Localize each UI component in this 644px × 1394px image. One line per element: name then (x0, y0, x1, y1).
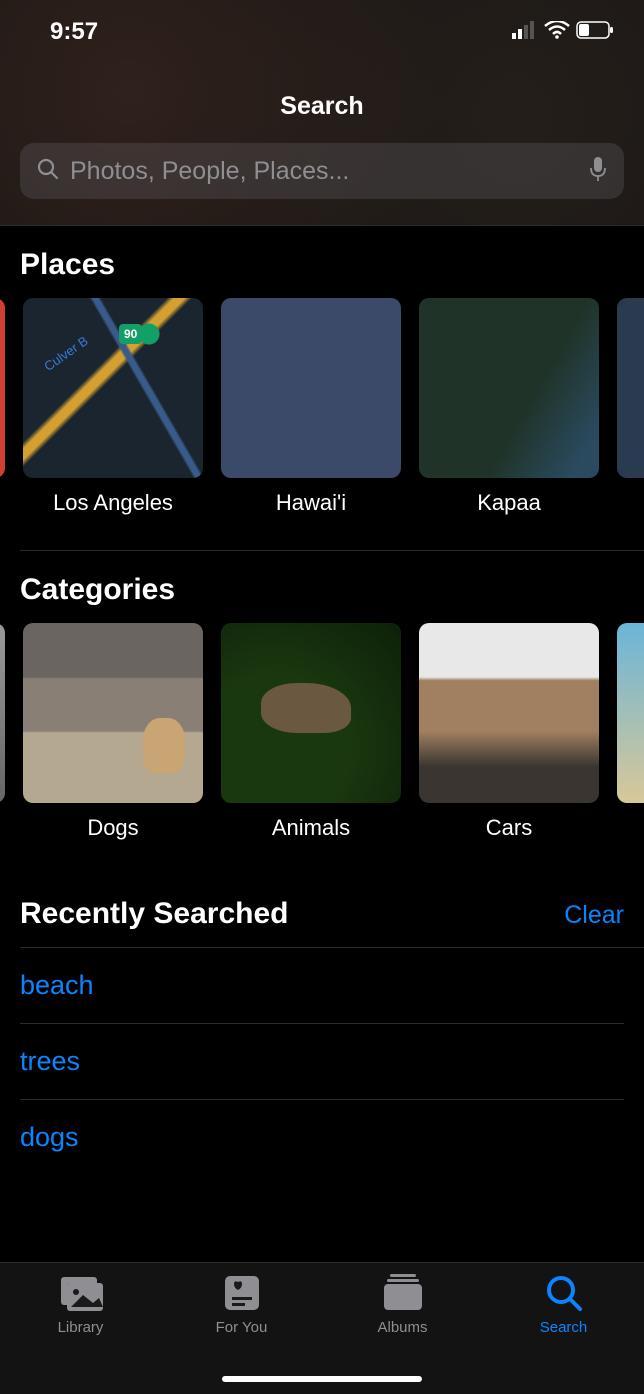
place-tile[interactable]: Hawai'i (221, 298, 401, 516)
place-thumb (617, 298, 644, 478)
places-scroller[interactable]: 90 Culver B Los Angeles Hawai'i Kapaa (0, 298, 644, 516)
recent-title: Recently Searched (20, 897, 288, 931)
search-icon (36, 157, 60, 186)
tab-label: Library (58, 1319, 104, 1336)
category-thumb (0, 623, 5, 803)
places-header: Places (0, 226, 644, 298)
recent-list: beach trees dogs (0, 948, 644, 1175)
tab-bar: Library For You Albums Search (0, 1262, 644, 1394)
place-tile[interactable]: 90 Culver B Los Angeles (23, 298, 203, 516)
categories-title: Categories (20, 573, 175, 607)
library-icon (59, 1273, 103, 1313)
clear-button[interactable]: Clear (564, 901, 624, 930)
category-thumb (419, 623, 599, 803)
home-indicator[interactable] (222, 1376, 422, 1382)
battery-icon (576, 18, 614, 46)
place-tile[interactable]: Kapaa (419, 298, 599, 516)
category-tile-peek[interactable] (0, 623, 5, 841)
place-label: Kapaa (419, 478, 599, 516)
place-thumb: 90 Culver B (23, 298, 203, 478)
status-indicators (512, 18, 614, 46)
categories-header: Categories (0, 551, 644, 623)
tab-search[interactable]: Search (483, 1273, 644, 1394)
page-title: Search (0, 50, 644, 143)
category-label: Animals (221, 803, 401, 841)
cell-signal-icon (512, 18, 538, 46)
map-route-badge: 90 (119, 324, 142, 344)
recent-item[interactable]: beach (20, 948, 624, 1024)
category-label: Dogs (23, 803, 203, 841)
tab-label: Search (540, 1319, 588, 1336)
category-thumb (617, 623, 644, 803)
category-tile[interactable]: Cars (419, 623, 599, 841)
place-thumb (221, 298, 401, 478)
category-thumb (221, 623, 401, 803)
recent-item[interactable]: dogs (20, 1100, 624, 1175)
wifi-icon (544, 18, 570, 46)
search-input[interactable] (70, 157, 578, 186)
search-tab-icon (542, 1273, 586, 1313)
tab-label: For You (216, 1319, 268, 1336)
mic-icon[interactable] (588, 156, 608, 187)
place-label: Hawai'i (221, 478, 401, 516)
category-label: Cars (419, 803, 599, 841)
category-tile-peek[interactable] (617, 623, 644, 841)
tab-library[interactable]: Library (0, 1273, 161, 1394)
status-bar: 9:57 (0, 0, 644, 50)
category-tile[interactable]: Animals (221, 623, 401, 841)
place-thumb (419, 298, 599, 478)
foryou-icon (220, 1273, 264, 1313)
place-tile-peek[interactable] (0, 298, 5, 516)
places-title: Places (20, 248, 115, 282)
search-field[interactable] (20, 143, 624, 199)
place-tile-peek[interactable] (617, 298, 644, 516)
place-label: Los Angeles (23, 478, 203, 516)
albums-icon (381, 1273, 425, 1313)
place-thumb (0, 298, 5, 478)
category-tile[interactable]: Dogs (23, 623, 203, 841)
recent-item[interactable]: trees (20, 1024, 624, 1100)
recent-header: Recently Searched Clear (0, 841, 644, 947)
map-label: Culver B (41, 333, 90, 374)
tab-label: Albums (377, 1319, 427, 1336)
categories-scroller[interactable]: Dogs Animals Cars (0, 623, 644, 841)
category-thumb (23, 623, 203, 803)
status-time: 9:57 (50, 18, 98, 46)
